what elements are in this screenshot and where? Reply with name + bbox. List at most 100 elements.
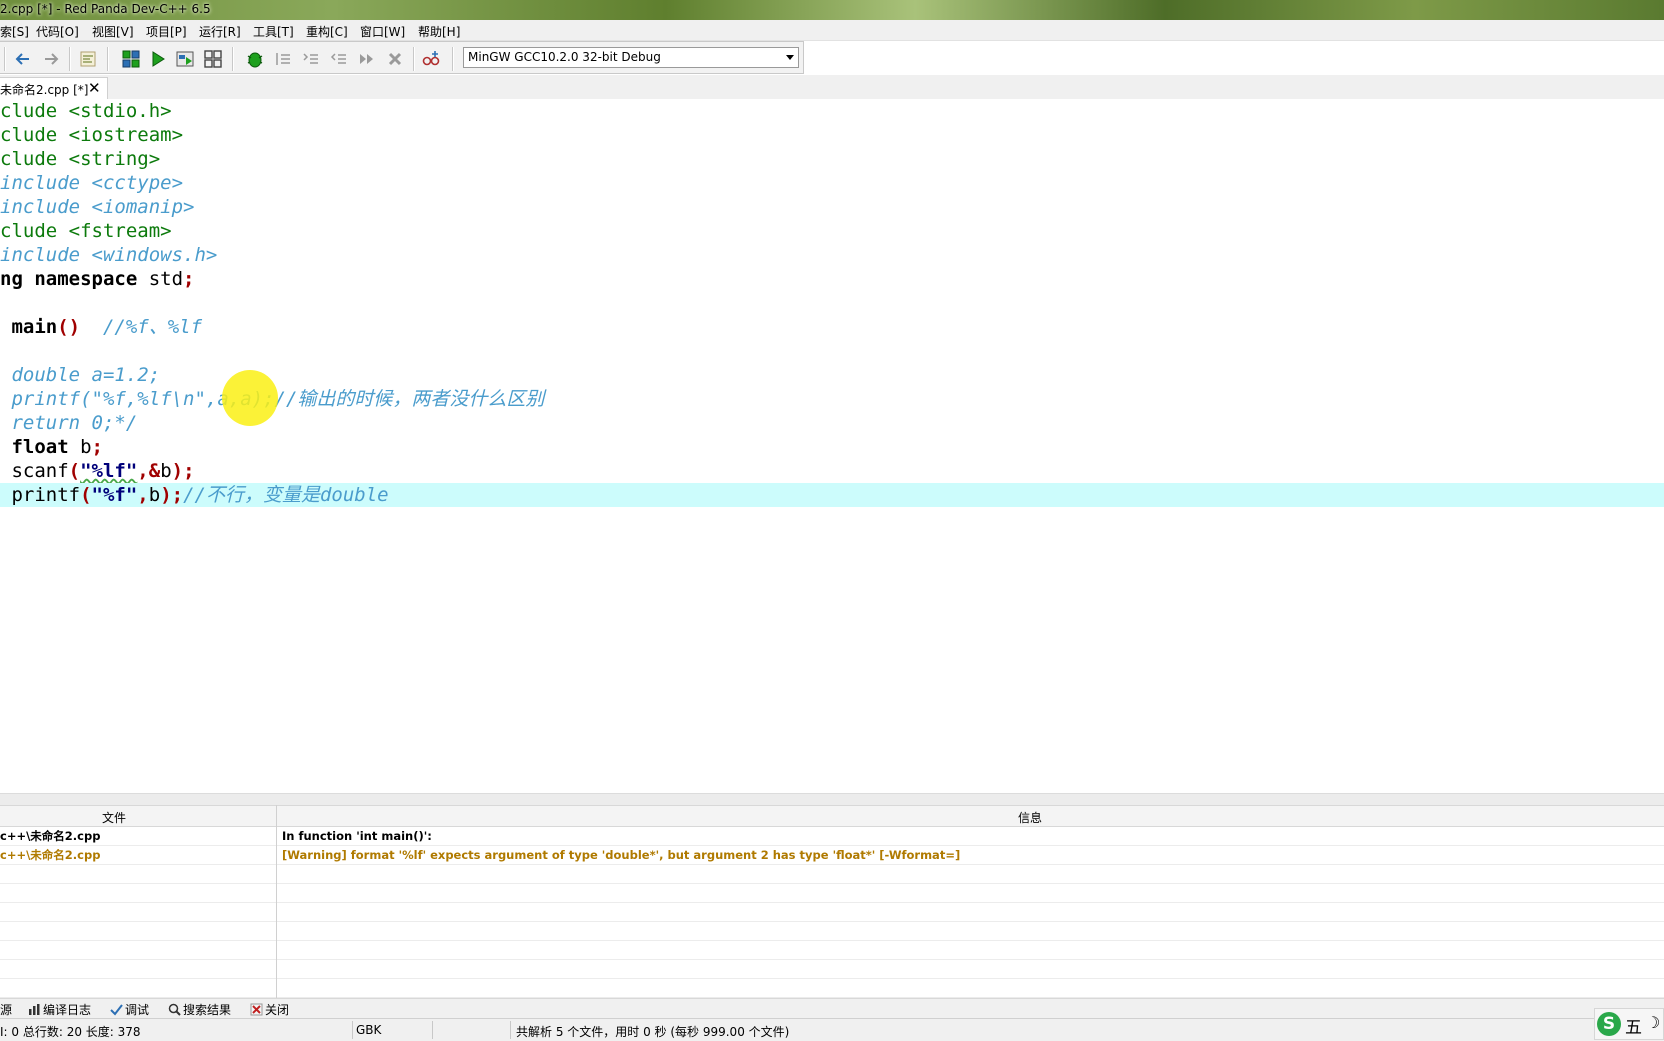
message-row-empty (0, 922, 1664, 941)
code-token: clude <iostream> (0, 124, 184, 146)
menu-code[interactable]: 代码[O] (36, 23, 79, 40)
code-line[interactable]: include <windows.h> (0, 243, 1664, 267)
column-header-info[interactable]: 信息 (1018, 809, 1042, 826)
tab-search-results[interactable]: 搜索结果 (168, 1001, 231, 1018)
editor-tab-strip: 未命名2.cpp [*] ✕ (0, 75, 1664, 99)
code-token: "%lf" (80, 460, 138, 482)
compiler-select-value: MinGW GCC10.2.0 32-bit Debug (468, 50, 661, 64)
debug-icon[interactable] (245, 49, 265, 69)
code-line[interactable]: scanf("%lf",&b); (0, 459, 1664, 483)
tab-untitled2-cpp[interactable]: 未命名2.cpp [*] ✕ (0, 77, 108, 99)
code-token: include <windows.h> (0, 244, 218, 266)
close-tab-icon[interactable]: ✕ (88, 79, 101, 97)
code-line[interactable]: clude <fstream> (0, 219, 1664, 243)
code-token: , (137, 484, 149, 506)
toolbar-separator (413, 47, 415, 71)
message-row-empty (0, 979, 1664, 998)
status-divider (432, 1021, 433, 1039)
status-line-info: I: 0 总行数: 20 长度: 378 (0, 1025, 141, 1039)
menu-refactor[interactable]: 重构[C] (306, 23, 348, 40)
code-token: main (0, 316, 58, 338)
code-line-current[interactable]: printf("%f",b);//不行，变量是double (0, 483, 1664, 507)
code-line[interactable] (0, 291, 1664, 315)
code-token: clude <string> (0, 148, 161, 170)
compile-run-icon[interactable] (175, 49, 195, 69)
code-line[interactable]: include <iomanip> (0, 195, 1664, 219)
column-divider[interactable] (276, 805, 277, 998)
code-format-icon[interactable] (78, 49, 98, 69)
code-token: printf (0, 484, 81, 506)
message-file: c++\未命名2.cpp (0, 829, 101, 843)
chevron-down-icon[interactable] (786, 55, 794, 60)
code-token: ,& (137, 460, 161, 482)
toolbar-separator (4, 47, 6, 71)
message-row-empty (0, 960, 1664, 979)
menu-help[interactable]: 帮助[H] (418, 23, 460, 40)
code-token: ; (183, 268, 195, 290)
code-token: //%f、%lf (80, 316, 203, 338)
menu-project[interactable]: 项目[P] (146, 23, 187, 40)
forward-arrow-icon[interactable] (41, 49, 61, 69)
code-line[interactable]: include <cctype> (0, 171, 1664, 195)
toolbar-separator (107, 47, 109, 71)
code-token: clude <fstream> (0, 220, 172, 242)
code-token: ng namespace (0, 268, 149, 290)
code-token: b (160, 460, 172, 482)
run-icon[interactable] (148, 49, 168, 69)
compiler-messages-panel: 文件 信息 c++\未命名2.cpp In function 'int main(… (0, 805, 1664, 998)
code-token: ( (68, 460, 81, 482)
code-token: b (80, 436, 92, 458)
step-out-icon[interactable] (329, 49, 349, 69)
code-line[interactable]: main() //%f、%lf (0, 315, 1664, 339)
menu-tools[interactable]: 工具[T] (253, 23, 294, 40)
step-into-icon[interactable] (301, 49, 321, 69)
code-line[interactable] (0, 339, 1664, 363)
menu-run[interactable]: 运行[R] (199, 23, 241, 40)
add-watch-icon[interactable] (421, 49, 441, 69)
ime-indicator[interactable]: S 五 ☽ (1594, 1008, 1664, 1040)
message-text: In function 'int main()': (282, 829, 432, 843)
code-line[interactable]: ng namespace std; (0, 267, 1664, 291)
message-row-empty (0, 941, 1664, 960)
menu-search[interactable]: 索[S] (0, 23, 29, 40)
code-token: ; (91, 436, 103, 458)
code-token: include <cctype> (0, 172, 184, 194)
title-bar: 2.cpp [*] - Red Panda Dev-C++ 6.5 (0, 0, 1664, 20)
status-encoding[interactable]: GBK (356, 1023, 381, 1037)
ime-mode: 五 (1625, 1018, 1642, 1038)
code-token: b (148, 484, 161, 506)
stop-icon[interactable] (385, 49, 405, 69)
code-token: scanf (0, 460, 69, 482)
tab-compile-log[interactable]: 编译日志 (28, 1001, 91, 1018)
tab-close-panel[interactable]: 关闭 (250, 1001, 289, 1018)
code-token: ); (160, 484, 184, 506)
compile-icon[interactable] (121, 49, 141, 69)
toolbar-separator (69, 47, 71, 71)
code-editor[interactable]: clude <stdio.h> clude <iostream> clude <st… (0, 99, 1664, 793)
message-row[interactable]: c++\未命名2.cpp [Warning] format '%lf' expec… (0, 846, 1664, 865)
menu-window[interactable]: 窗口[W] (360, 23, 405, 40)
compiler-select[interactable]: MinGW GCC10.2.0 32-bit Debug (463, 47, 799, 68)
column-header-file[interactable]: 文件 (102, 809, 126, 826)
moon-icon: ☽ (1646, 1013, 1661, 1032)
code-line[interactable]: float b; (0, 435, 1664, 459)
compile-log-icon (29, 1004, 40, 1015)
continue-icon[interactable] (357, 49, 377, 69)
code-line[interactable]: clude <string> (0, 147, 1664, 171)
code-token: clude <stdio.h> (0, 100, 172, 122)
tab-search-results-label: 搜索结果 (183, 1003, 232, 1017)
close-panel-icon (250, 1003, 263, 1016)
back-arrow-icon[interactable] (13, 49, 33, 69)
tab-source[interactable]: 源 (0, 1001, 12, 1018)
message-row[interactable]: c++\未命名2.cpp In function 'int main()': (0, 827, 1664, 846)
messages-header: 文件 信息 (0, 805, 1664, 827)
rebuild-icon[interactable] (203, 49, 223, 69)
menu-view[interactable]: 视图[V] (92, 23, 134, 40)
code-line[interactable]: clude <iostream> (0, 123, 1664, 147)
tab-debug[interactable]: 调试 (110, 1001, 149, 1018)
status-divider (352, 1021, 353, 1039)
code-line[interactable]: clude <stdio.h> (0, 99, 1664, 123)
tab-close-panel-label: 关闭 (265, 1003, 290, 1017)
tab-compile-log-label: 编译日志 (43, 1003, 92, 1017)
step-over-icon[interactable] (273, 49, 293, 69)
